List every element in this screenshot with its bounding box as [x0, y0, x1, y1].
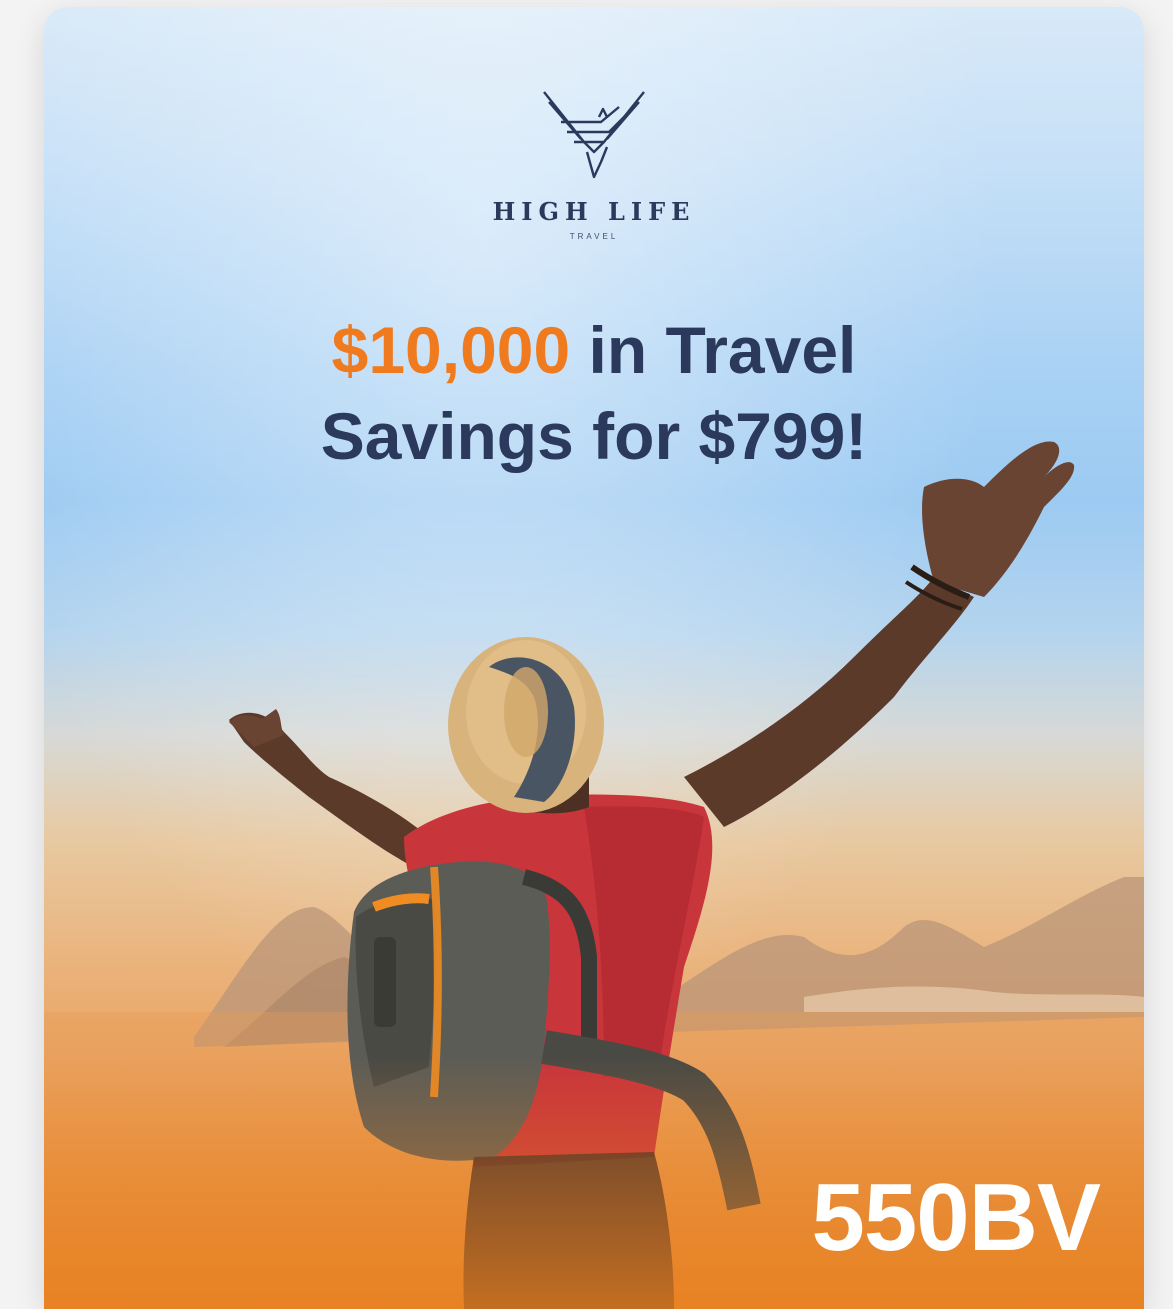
headline-accent: $10,000 [331, 313, 571, 387]
brand-name: HIGH LIFE [492, 197, 696, 226]
brand-subtitle: TRAVEL [569, 232, 619, 241]
brand-logo: HIGH LIFE TRAVEL [44, 87, 1144, 241]
headline-line-2: Savings for $799! [320, 399, 868, 473]
headline-line-1: $10,000 in Travel [44, 307, 1144, 393]
eagle-wing-icon [543, 91, 645, 179]
headline: $10,000 in Travel Savings for $799! [44, 307, 1144, 479]
promo-card[interactable]: HIGH LIFE TRAVEL $10,000 in Travel Savin… [44, 7, 1144, 1309]
headline-line-1-rest: in Travel [570, 313, 857, 387]
bv-badge: 550BV [811, 1164, 1101, 1271]
